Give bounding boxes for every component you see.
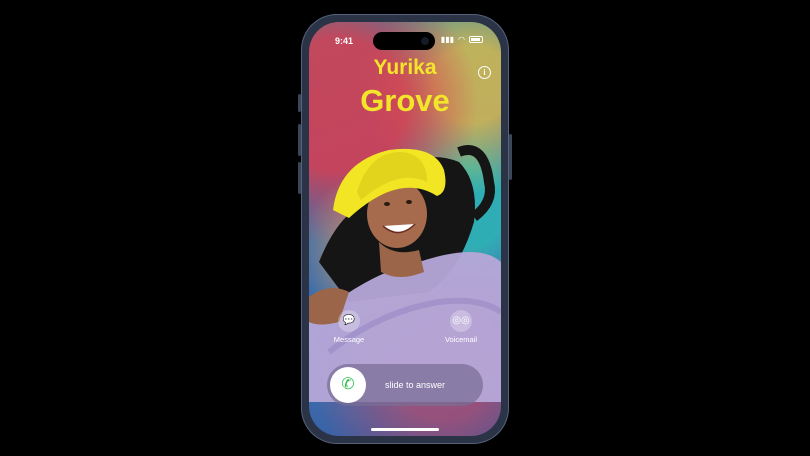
volume-up-button [298, 124, 301, 156]
power-button [509, 134, 512, 180]
home-indicator[interactable] [371, 428, 439, 431]
voicemail-label: Voicemail [444, 335, 478, 344]
wifi-icon: ◠ [458, 35, 465, 44]
caller-last-name: Grove [360, 83, 450, 118]
slide-to-answer-label: slide to answer [385, 380, 446, 390]
status-time: 9:41 [335, 36, 354, 46]
signal-icon: ▮▮▮ [440, 35, 455, 44]
contact-poster-photo [309, 145, 501, 402]
message-label: Message [333, 335, 365, 344]
voicemail-action[interactable]: ◎◎ Voicemail [431, 310, 491, 344]
message-bubble-icon: 💬 [338, 310, 360, 332]
phone-icon[interactable]: ✆ [330, 367, 366, 403]
caller-first-name: Yurika [373, 56, 437, 79]
message-action[interactable]: 💬 Message [319, 310, 379, 344]
volume-down-button [298, 162, 301, 194]
status-icons: ▮▮▮ ◠ [441, 35, 483, 44]
action-button [298, 94, 301, 112]
voicemail-icon: ◎◎ [450, 310, 472, 332]
slide-to-answer-track[interactable]: ✆ slide to answer [327, 364, 483, 406]
battery-icon [469, 36, 483, 43]
dynamic-island [373, 32, 435, 50]
